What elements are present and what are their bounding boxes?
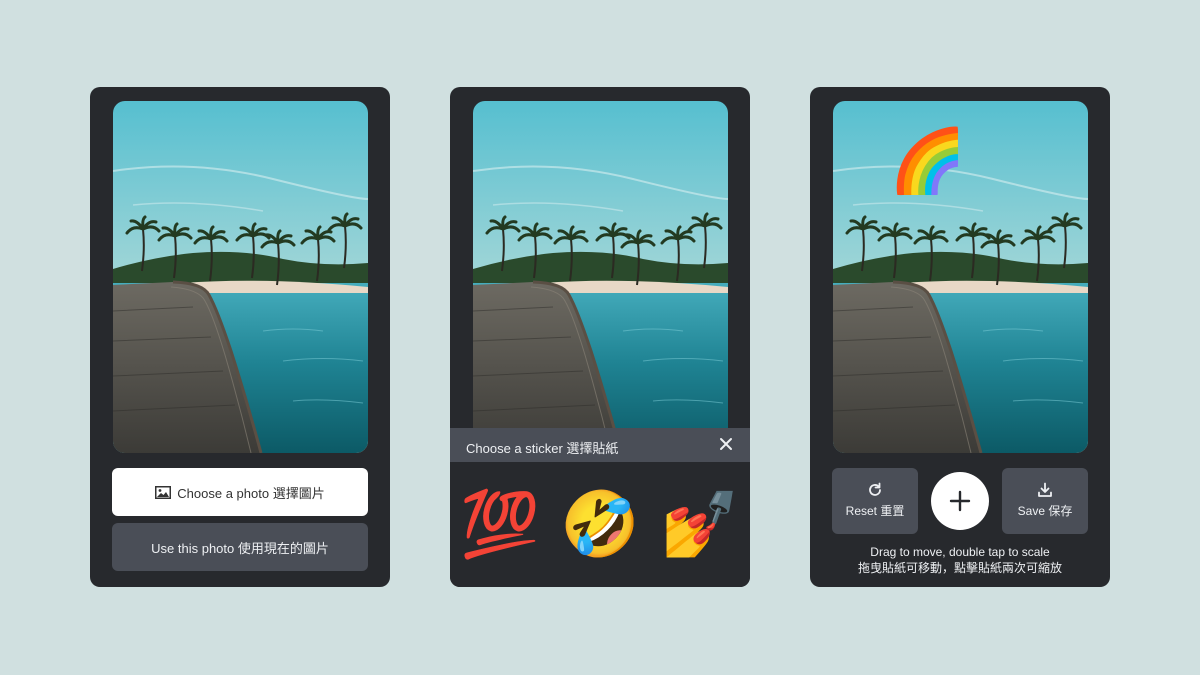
save-button[interactable]: Save 保存: [1002, 468, 1088, 534]
sticker-sheet-header: Choose a sticker 選擇貼紙: [450, 428, 750, 462]
sticker-sheet-title: Choose a sticker 選擇貼紙: [466, 441, 619, 456]
save-label: Save 保存: [1017, 504, 1073, 518]
usage-hint: Drag to move, double tap to scale 拖曳貼紙可移…: [810, 544, 1110, 576]
hint-english: Drag to move, double tap to scale: [870, 545, 1050, 559]
choose-photo-button[interactable]: Choose a photo 選擇圖片: [112, 468, 368, 516]
sticker-picker-panel: Choose a sticker 選擇貼紙 💯 🤣 💅: [450, 87, 750, 587]
placed-sticker-rainbow[interactable]: 🌈: [889, 131, 966, 193]
sticker-hundred-points[interactable]: 💯: [460, 492, 540, 556]
image-icon: [155, 485, 172, 499]
photo-preview: [113, 101, 368, 453]
edit-sticker-panel: 🌈 Reset 重置 Save 保存 Drag to move, double …: [810, 87, 1110, 587]
reset-button[interactable]: Reset 重置: [832, 468, 918, 534]
photo-canvas[interactable]: 🌈: [833, 101, 1088, 453]
sticker-rolling-laughing[interactable]: 🤣: [560, 492, 640, 556]
photo-preview: [473, 101, 728, 453]
download-icon: [1038, 482, 1052, 497]
plus-icon: [949, 490, 971, 512]
sticker-nail-polish[interactable]: 💅: [660, 492, 740, 556]
sticker-list: 💯 🤣 💅: [450, 476, 750, 572]
close-icon[interactable]: [718, 436, 734, 452]
hint-chinese: 拖曳貼紙可移動，點擊貼紙兩次可縮放: [857, 561, 1062, 575]
refresh-icon: [869, 482, 881, 496]
reset-label: Reset 重置: [845, 504, 905, 518]
choose-photo-panel: Choose a photo 選擇圖片 Use this photo 使用現在的…: [90, 87, 390, 587]
choose-photo-label: Choose a photo 選擇圖片: [177, 485, 325, 501]
use-photo-button[interactable]: Use this photo 使用現在的圖片: [112, 523, 368, 571]
add-sticker-button[interactable]: [931, 472, 989, 530]
sticker-sheet: Choose a sticker 選擇貼紙 💯 🤣 💅: [450, 428, 750, 587]
use-photo-label: Use this photo 使用現在的圖片: [151, 540, 329, 556]
